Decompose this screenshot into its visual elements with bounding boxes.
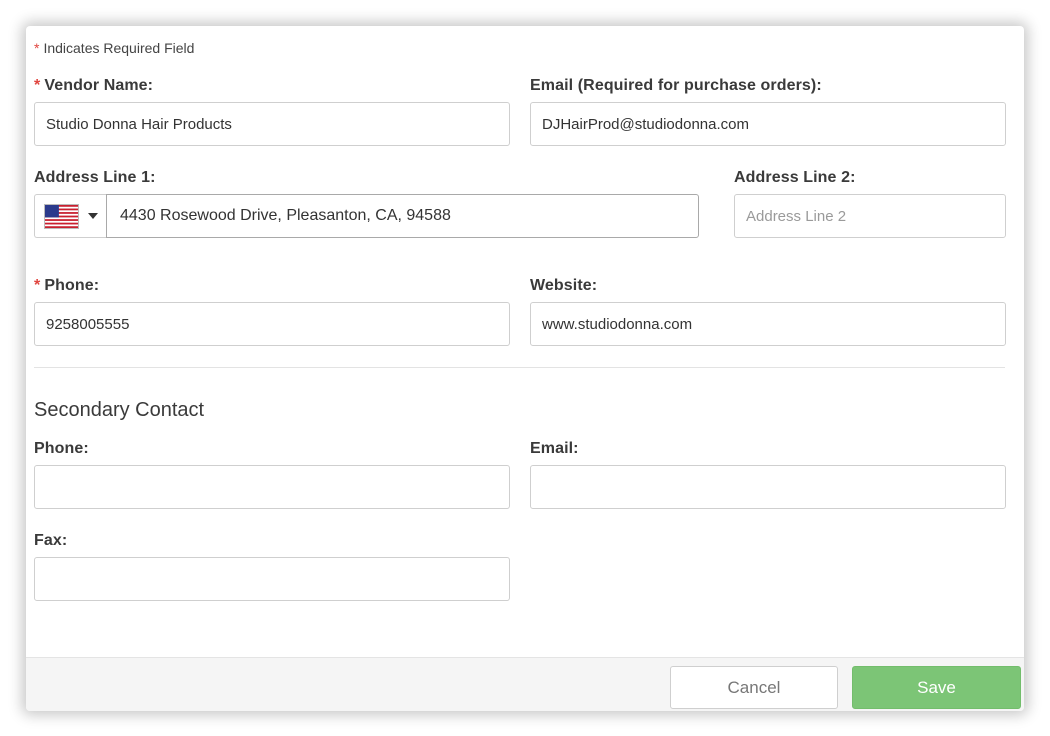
- phone-label: * Phone:: [34, 277, 100, 294]
- website-input[interactable]: www.studiodonna.com: [530, 302, 1006, 346]
- dialog-footer: Cancel Save: [26, 657, 1024, 711]
- vendor-name-label: * Vendor Name:: [34, 77, 154, 94]
- secondary-contact-title: Secondary Contact: [34, 399, 205, 421]
- website-label: Website:: [530, 277, 598, 294]
- address-line-2-input[interactable]: Address Line 2: [734, 194, 1006, 238]
- address-line-1-input[interactable]: 4430 Rosewood Drive, Pleasanton, CA, 945…: [106, 194, 699, 238]
- fax-label: Fax:: [34, 532, 68, 549]
- save-button[interactable]: Save: [852, 666, 1021, 709]
- cancel-button[interactable]: Cancel: [670, 666, 838, 709]
- secondary-phone-label: Phone:: [34, 440, 89, 457]
- vendor-name-input[interactable]: Studio Donna Hair Products: [34, 102, 510, 146]
- fax-input[interactable]: [34, 557, 510, 601]
- section-divider: [34, 367, 1005, 368]
- address-line-2-label: Address Line 2:: [734, 169, 856, 186]
- required-star: *: [34, 277, 41, 294]
- secondary-email-input[interactable]: [530, 465, 1006, 509]
- country-selector[interactable]: [34, 194, 106, 238]
- email-input[interactable]: DJHairProd@studiodonna.com: [530, 102, 1006, 146]
- address-line-1-label: Address Line 1:: [34, 169, 156, 186]
- email-label: Email (Required for purchase orders):: [530, 77, 822, 94]
- required-star: *: [34, 40, 40, 56]
- secondary-email-label: Email:: [530, 440, 579, 457]
- phone-input[interactable]: 9258005555: [34, 302, 510, 346]
- chevron-down-icon: [88, 213, 98, 219]
- required-star: *: [34, 77, 41, 94]
- vendor-form-dialog: * Indicates Required Field * Vendor Name: …: [26, 26, 1024, 711]
- required-note-text: Indicates Required Field: [43, 40, 195, 56]
- required-field-note: * Indicates Required Field: [34, 40, 194, 56]
- secondary-phone-input[interactable]: [34, 465, 510, 509]
- us-flag-icon: [44, 203, 79, 229]
